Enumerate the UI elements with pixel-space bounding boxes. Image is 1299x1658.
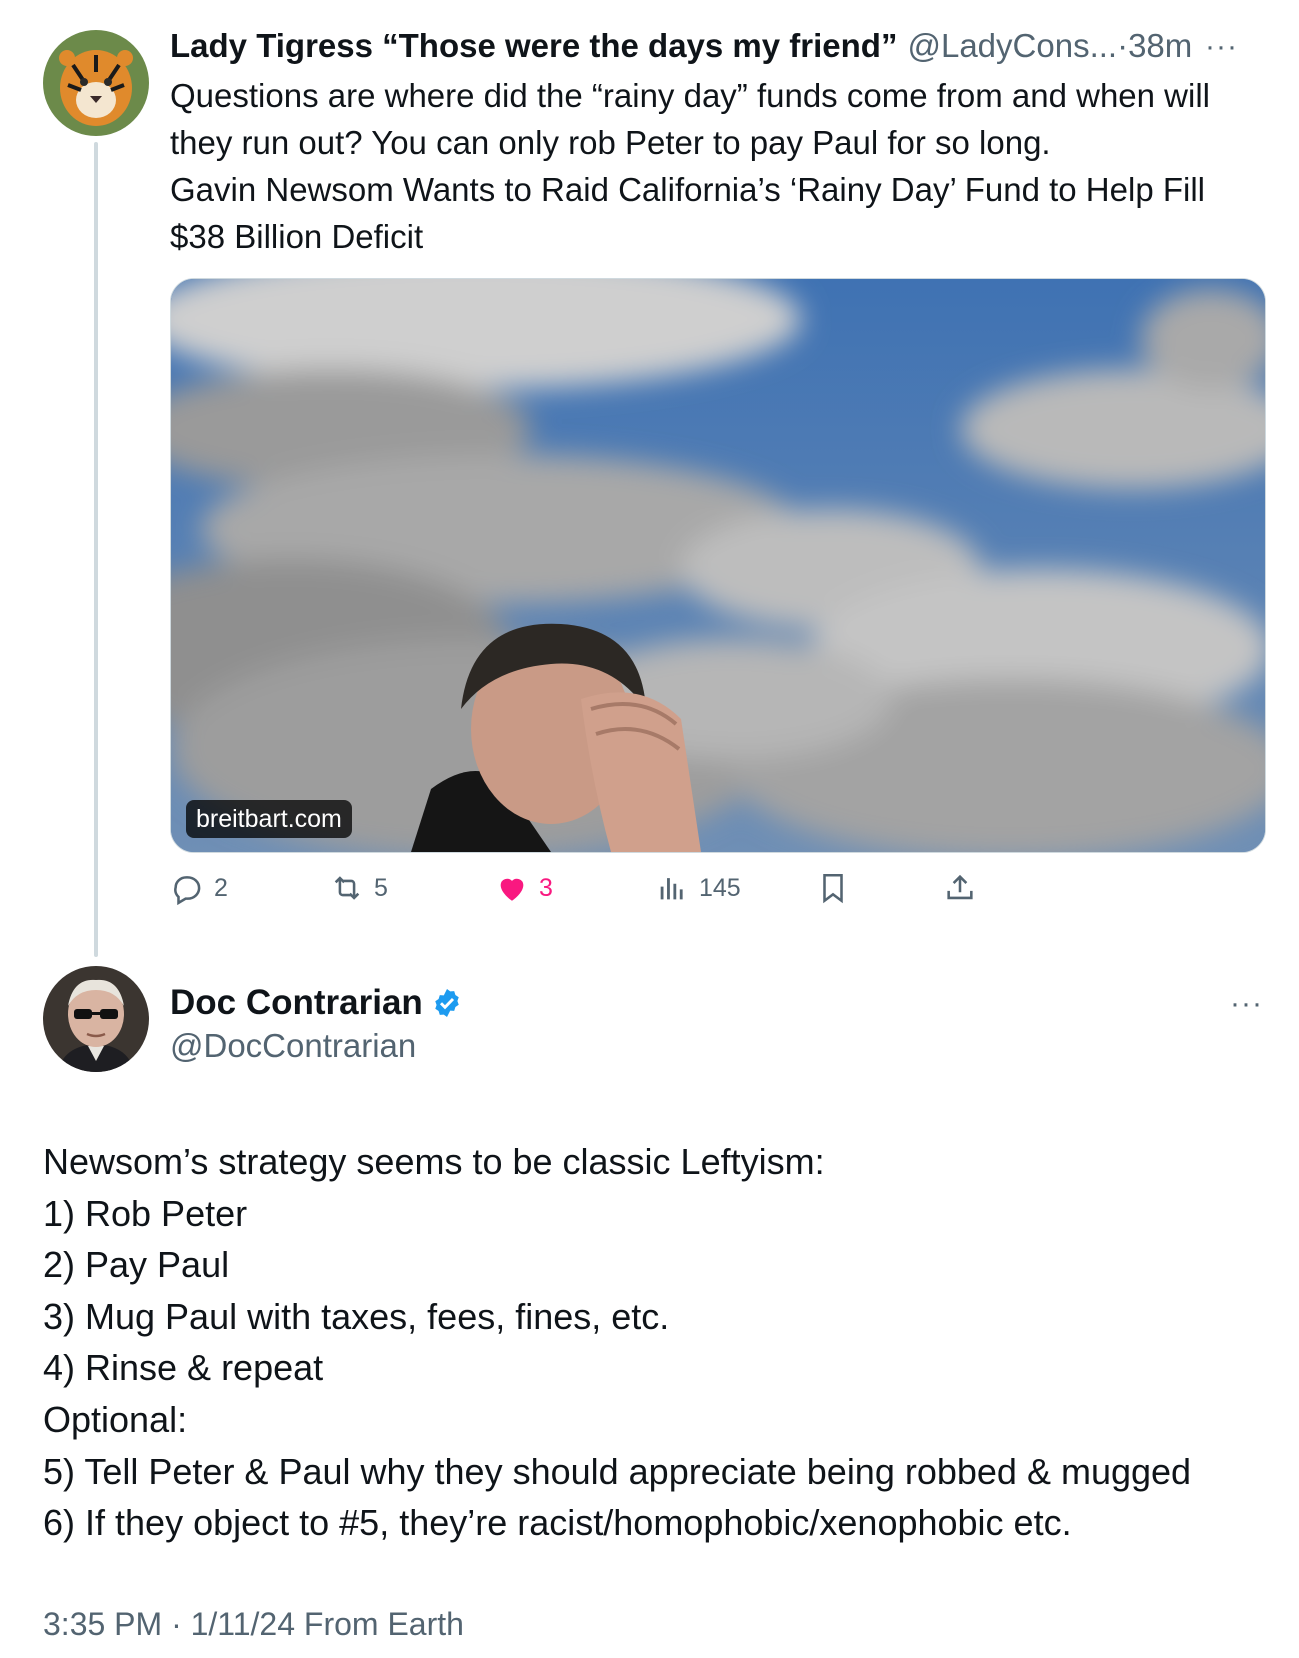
heart-filled-icon	[500, 878, 524, 901]
tweet2-more-icon[interactable]: ···	[1230, 987, 1263, 1021]
bookmark-icon	[823, 873, 843, 904]
link-source-badge: breitbart.com	[186, 800, 352, 838]
tweet2-text-line: Optional:	[43, 1398, 188, 1440]
tweet2-text-line: 5) Tell Peter & Paul why they should app…	[43, 1450, 1192, 1492]
retweet-button[interactable]: 5	[330, 868, 388, 908]
tweet2-text-line: 3) Mug Paul with taxes, fees, fines, etc…	[43, 1295, 670, 1337]
tweet1-text-line: $38 Billion Deficit	[170, 218, 424, 255]
retweet-icon	[334, 876, 360, 900]
tweet2-text-line: 2) Pay Paul	[43, 1244, 230, 1286]
thread-connector-line	[94, 142, 98, 957]
tweet1-text-line: Gavin Newsom Wants to Raid California’s …	[170, 171, 1205, 208]
link-card-image[interactable]	[170, 278, 1266, 853]
retweet-count: 5	[374, 873, 388, 902]
tweet2-timestamp-meta[interactable]: 3:35 PM · 1/11/24 From Earth	[43, 1602, 464, 1646]
tweet1-more-icon[interactable]: ···	[1205, 30, 1238, 64]
views-count: 145	[699, 873, 741, 902]
bookmark-button[interactable]	[816, 868, 860, 908]
tweet1-text-line: Questions are where did the “rainy day” …	[170, 77, 1210, 114]
reply-icon	[174, 876, 201, 905]
tweet2-author-handle[interactable]: @DocContrarian	[170, 1024, 416, 1068]
like-count: 3	[539, 873, 553, 902]
views-chart-icon	[660, 878, 683, 900]
tweet1-author-handle[interactable]: @LadyCons...	[907, 27, 1117, 64]
old-man-avatar[interactable]	[43, 966, 149, 1072]
tiger-avatar[interactable]	[43, 30, 149, 136]
reply-button[interactable]: 2	[170, 868, 228, 908]
tweet2-author-name[interactable]: Doc Contrarian	[170, 980, 423, 1026]
tweet1-author-name[interactable]: Lady Tigress “Those were the days my fri…	[170, 27, 897, 64]
tweet2-text-line: Newsom’s strategy seems to be classic Le…	[43, 1141, 825, 1182]
tweet2-text-line: 6) If they object to #5, they’re racist/…	[43, 1502, 1072, 1544]
tweet1-separator: ·	[1117, 27, 1129, 64]
like-button[interactable]: 3	[495, 868, 553, 908]
tweet1-text-line: they run out? You can only rob Peter to …	[170, 124, 1051, 161]
reply-count: 2	[214, 873, 228, 902]
tweet2-text-line: 4) Rinse & repeat	[43, 1347, 324, 1389]
verified-badge-icon	[435, 989, 459, 1017]
tweet1-header: Lady Tigress “Those were the days my fri…	[170, 24, 1260, 68]
tweet1-text: Questions are where did the “rainy day” …	[170, 72, 1270, 260]
tweet2-text: Newsom’s strategy seems to be classic Le…	[43, 1136, 1273, 1549]
share-icon	[947, 874, 973, 900]
tweet1-timestamp[interactable]: 38m	[1128, 27, 1192, 64]
tweet2-author-row: Doc Contrarian	[170, 980, 463, 1026]
share-button[interactable]	[943, 868, 987, 908]
tweet2-text-line: 1) Rob Peter	[43, 1192, 248, 1234]
views-button[interactable]: 145	[655, 868, 741, 908]
man-facepalm-photo	[171, 279, 1265, 852]
